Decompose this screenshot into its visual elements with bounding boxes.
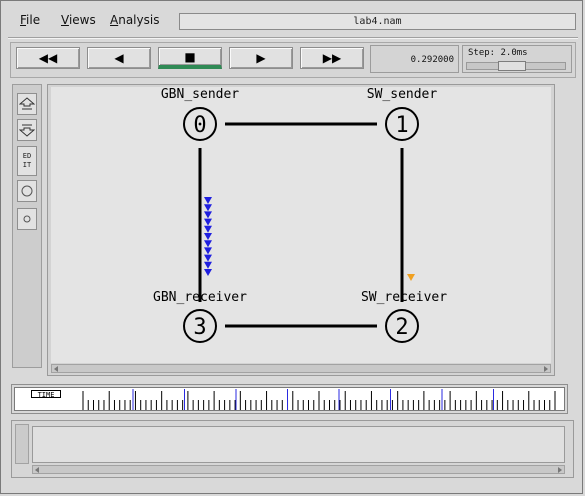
scroll-left-icon[interactable] <box>54 366 58 372</box>
annotation-horizontal-scrollbar[interactable] <box>32 465 565 474</box>
gbn-packet <box>204 240 212 248</box>
gbn-packet <box>204 233 212 240</box>
menu-separator <box>8 37 578 39</box>
step-slider-thumb[interactable] <box>498 61 527 71</box>
scroll-right-icon[interactable] <box>544 366 548 372</box>
stop-button[interactable]: ■ <box>158 47 222 69</box>
timeline-slider[interactable] <box>14 387 565 411</box>
zoom-in-icon <box>19 97 35 110</box>
play-icon: ▶ <box>256 51 266 65</box>
window-title-field: lab4.nam <box>179 13 576 30</box>
menu-file[interactable]: File <box>20 13 40 27</box>
play-button[interactable]: ▶ <box>229 47 293 69</box>
small-circle-icon <box>23 215 31 223</box>
gbn-packet <box>204 225 212 233</box>
node-0-label: GBN_sender <box>161 87 239 102</box>
node-2[interactable]: 2 <box>385 309 419 343</box>
edit-button[interactable]: ED IT <box>17 146 37 176</box>
zoom-out-icon <box>19 124 35 137</box>
gbn-packet <box>204 197 212 204</box>
sw-packet <box>407 274 415 281</box>
stop-icon: ■ <box>184 49 196 64</box>
edit-label-1: ED <box>22 152 32 160</box>
edit-label-2: IT <box>22 161 32 169</box>
fast-forward-button[interactable]: ▶▶ <box>300 47 364 69</box>
timeline-time-marker[interactable]: TIME <box>31 390 61 399</box>
node-large-button[interactable] <box>17 180 37 202</box>
step-back-icon: ◀ <box>114 51 124 65</box>
annotation-text-area[interactable] <box>32 426 565 463</box>
node-3-label: GBN_receiver <box>153 290 247 305</box>
gbn-packet <box>204 261 212 269</box>
node-0-id: 0 <box>193 113 206 138</box>
rewind-icon: ◀◀ <box>38 51 58 65</box>
gbn-packet-stream <box>204 197 212 276</box>
canvas-horizontal-scrollbar[interactable] <box>51 364 551 373</box>
step-back-button[interactable]: ◀ <box>87 47 151 69</box>
circle-icon <box>21 185 33 197</box>
node-3[interactable]: 3 <box>183 309 217 343</box>
node-2-label: SW_receiver <box>361 290 447 305</box>
menu-views[interactable]: Views <box>61 13 96 27</box>
node-small-button[interactable] <box>17 208 37 230</box>
gbn-packet <box>204 269 212 276</box>
fast-forward-icon: ▶▶ <box>322 51 342 65</box>
zoom-in-button[interactable] <box>17 93 37 115</box>
network-canvas[interactable]: 0 1 2 3 GBN_sender SW_sender SW_receiver… <box>51 87 551 363</box>
gbn-packet <box>204 211 212 219</box>
gbn-packet <box>204 254 212 262</box>
annotation-scroll-right-icon[interactable] <box>558 467 562 473</box>
node-2-id: 2 <box>395 315 408 340</box>
node-0[interactable]: 0 <box>183 107 217 141</box>
node-1-label: SW_sender <box>367 87 438 102</box>
gbn-packet <box>204 204 212 212</box>
node-1[interactable]: 1 <box>385 107 419 141</box>
node-1-id: 1 <box>395 113 408 138</box>
timeline-ticks <box>82 389 556 410</box>
node-3-id: 3 <box>193 315 206 340</box>
zoom-out-button[interactable] <box>17 119 37 141</box>
annotation-side-bar <box>15 424 29 464</box>
gbn-packet <box>204 247 212 255</box>
menu-analysis[interactable]: Analysis <box>110 13 159 27</box>
rewind-button[interactable]: ◀◀ <box>16 47 80 69</box>
annotation-scroll-left-icon[interactable] <box>35 467 39 473</box>
step-label: Step: 2.0ms <box>468 48 528 58</box>
current-time-display: 0.292000 <box>370 45 459 73</box>
gbn-packet <box>204 218 212 226</box>
